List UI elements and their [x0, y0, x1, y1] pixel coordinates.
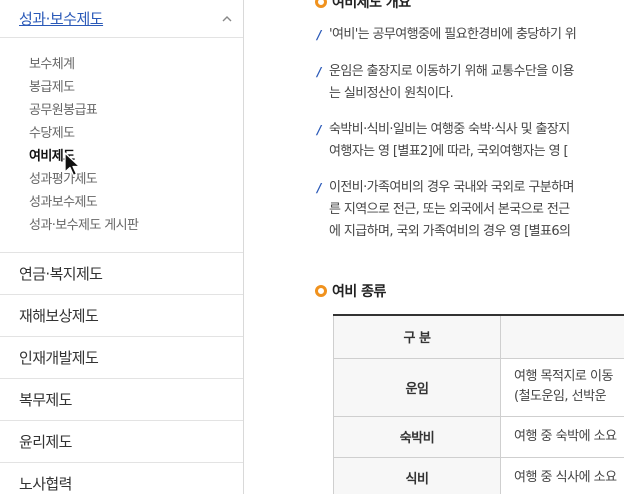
submenu-item-performance-pay[interactable]: 성과보수제도: [29, 191, 243, 214]
table-row: 숙박비 여행 중 숙박에 소요: [333, 415, 624, 458]
main-content: 여비제도 개요 / '여비'는 공무여행중에 필요한경비에 충당하기 위 / 운…: [245, 0, 624, 494]
table-cell-description: 여행 중 숙박에 소요: [500, 415, 624, 458]
section-title-overview: 여비제도 개요: [315, 0, 411, 12]
circle-bullet-icon: [315, 0, 327, 8]
slash-bullet-icon: /: [317, 65, 321, 79]
sidebar-submenu: 보수체계 봉급제도 공무원봉급표 수당제도 여비제도 성과평가제도 성과보수제도…: [0, 38, 243, 253]
mouse-cursor-icon: [64, 152, 81, 177]
submenu-item-board[interactable]: 성과·보수제도 게시판: [29, 214, 243, 237]
table-header-category: 구 분: [333, 314, 501, 359]
paragraph-fare: / 운임은 출장지로 이동하기 위해 교통수단을 이용 는 실비정산이 원칙이다…: [317, 61, 624, 105]
sidebar-item-ethics-system[interactable]: 윤리제도: [0, 421, 243, 463]
paragraph-definition: / '여비'는 공무여행중에 필요한경비에 충당하기 위: [317, 24, 624, 46]
table-row-label: 운임: [333, 357, 501, 417]
slash-bullet-icon: /: [317, 123, 321, 137]
table-header-description: [500, 314, 624, 359]
table-row-label: 숙박비: [333, 415, 501, 458]
submenu-item-salary-table[interactable]: 공무원봉급표: [29, 99, 243, 122]
table-row-label: 식비: [333, 456, 501, 494]
sidebar-section-header[interactable]: 성과·보수제도: [0, 0, 243, 38]
slash-bullet-icon: /: [317, 181, 321, 195]
paragraph-lodging-meal: / 숙박비·식비·일비는 여행중 숙박·식사 및 출장지 여행자는 영 [별표2…: [317, 119, 624, 163]
sidebar-item-accident-compensation[interactable]: 재해보상제도: [0, 295, 243, 337]
slash-bullet-icon: /: [317, 28, 321, 42]
sidebar-item-service-system[interactable]: 복무제도: [0, 379, 243, 421]
submenu-item-salary-system[interactable]: 봉급제도: [29, 76, 243, 99]
circle-bullet-icon: [315, 285, 327, 297]
table-cell-description: 여행 중 식사에 소요: [500, 456, 624, 494]
table-cell-description: 여행 목적지로 이동 (철도운임, 선박운: [500, 357, 624, 417]
sidebar-menu: 성과·보수제도 보수체계 봉급제도 공무원봉급표 수당제도 여비제도 성과평가제…: [0, 0, 244, 494]
expense-types-table: 구 분 운임 여행 목적지로 이동 (철도운임, 선박운 숙박비 여행 중 숙박…: [333, 314, 624, 494]
sidebar-item-talent-development[interactable]: 인재개발제도: [0, 337, 243, 379]
table-row: 운임 여행 목적지로 이동 (철도운임, 선박운: [333, 357, 624, 417]
paragraph-relocation: / 이전비·가족여비의 경우 국내와 국외로 구분하며 른 지역으로 전근, 또…: [317, 177, 624, 243]
sidebar-section-title[interactable]: 성과·보수제도: [19, 8, 104, 29]
submenu-item-allowance-system[interactable]: 수당제도: [29, 122, 243, 145]
table-header-row: 구 분: [333, 314, 624, 359]
chevron-up-icon[interactable]: [221, 13, 233, 25]
table-row: 식비 여행 중 식사에 소요: [333, 456, 624, 494]
section-title-types: 여비 종류: [315, 281, 386, 301]
sidebar-item-pension-welfare[interactable]: 연금·복지제도: [0, 253, 243, 295]
submenu-item-travel-expense[interactable]: 여비제도: [29, 145, 243, 168]
submenu-item-performance-evaluation[interactable]: 성과평가제도: [29, 168, 243, 191]
submenu-item-pay-system[interactable]: 보수체계: [29, 53, 243, 76]
sidebar-item-labor-cooperation[interactable]: 노사협력: [0, 463, 243, 494]
